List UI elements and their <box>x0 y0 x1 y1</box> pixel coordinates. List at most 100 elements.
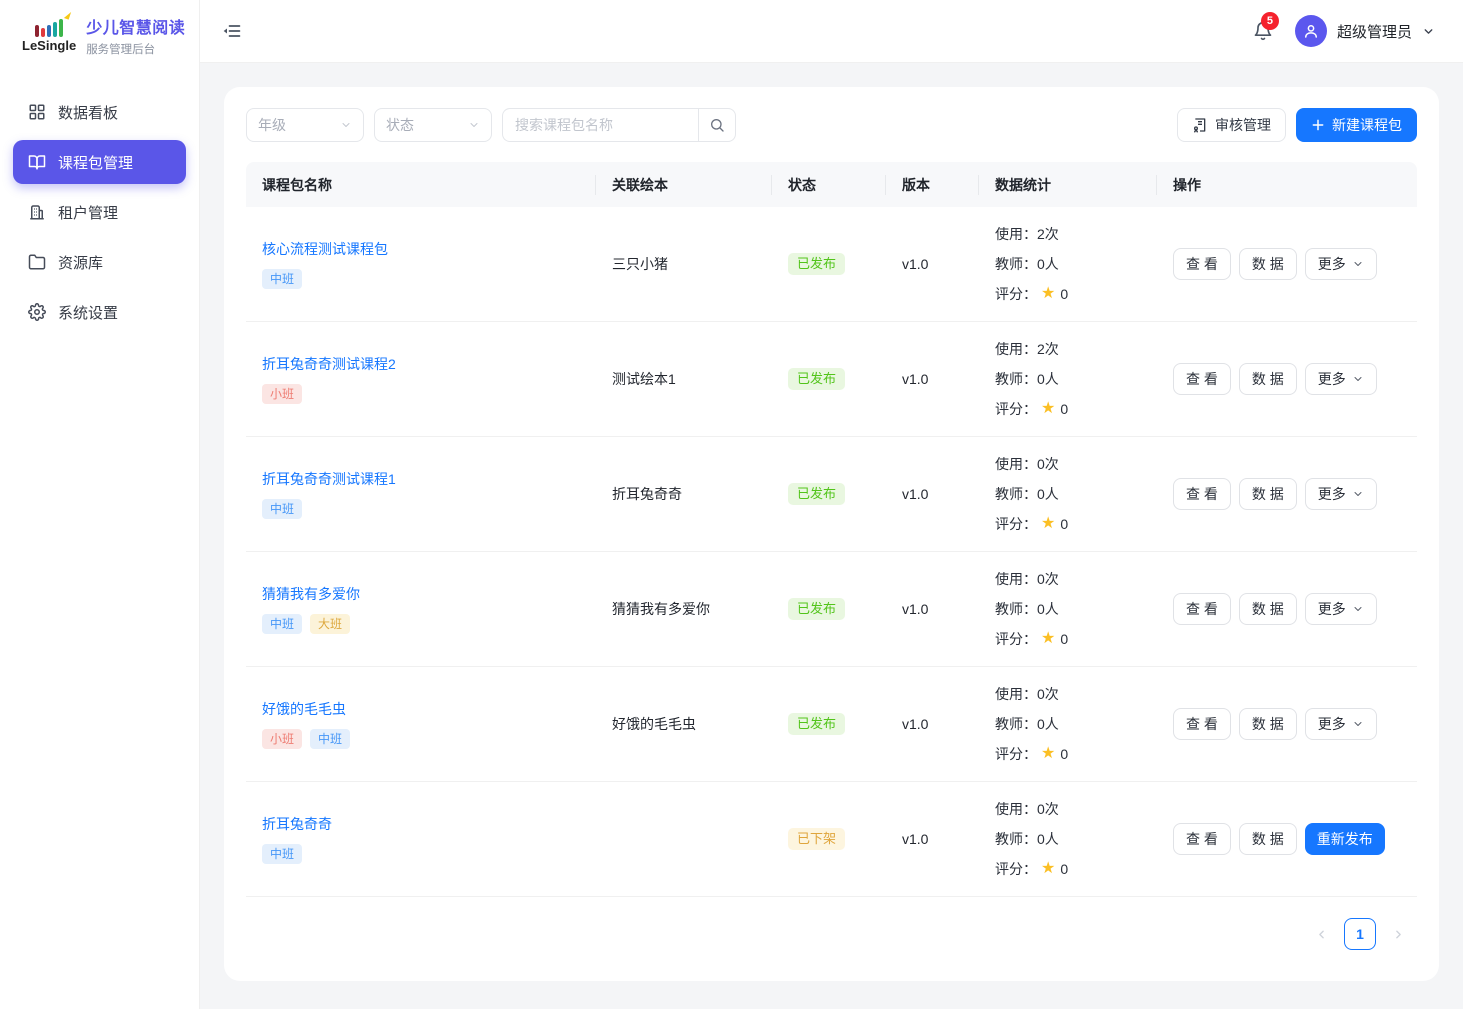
rating-stat: 评分：★0 <box>995 394 1141 424</box>
table-row: 猜猜我有多爱你 中班 大班 猜猜我有多爱你 已发布 v1.0 使用：0次 教师：… <box>246 552 1417 667</box>
rating-stat: 评分：★0 <box>995 854 1141 884</box>
book-icon <box>28 153 46 171</box>
chevron-down-icon <box>1352 258 1364 270</box>
course-package-table: 课程包名称 关联绘本 状态 版本 数据统计 操作 核心流程测试课程包 中班 三只… <box>246 162 1417 897</box>
version: v1.0 <box>886 256 979 272</box>
stats-cell: 使用：0次 教师：0人 评分：★0 <box>979 794 1157 884</box>
sidebar-item-dashboard[interactable]: 数据看板 <box>13 90 186 134</box>
gear-icon <box>28 303 46 321</box>
related-book: 猜猜我有多爱你 <box>596 599 772 619</box>
prev-page-icon[interactable] <box>1315 928 1328 941</box>
sidebar-item-tenants[interactable]: 租户管理 <box>13 190 186 234</box>
sidebar: LeSingle 少儿智慧阅读 服务管理后台 数据看板 课程包管理 租户管理 <box>0 0 200 1009</box>
status-badge: 已发布 <box>788 483 845 505</box>
notification-bell-icon[interactable]: 5 <box>1249 17 1277 45</box>
rating-stat: 评分：★0 <box>995 624 1141 654</box>
version: v1.0 <box>886 601 979 617</box>
package-name-link[interactable]: 折耳兔奇奇 <box>262 814 332 834</box>
sidebar-item-label: 资源库 <box>58 252 103 273</box>
lesingle-logo-icon: LeSingle <box>22 17 76 53</box>
teacher-stat: 教师：0人 <box>995 479 1141 509</box>
view-button[interactable]: 查 看 <box>1173 823 1231 855</box>
package-name-link[interactable]: 猜猜我有多爱你 <box>262 584 360 604</box>
package-name-link[interactable]: 折耳兔奇奇测试课程2 <box>262 354 396 374</box>
version: v1.0 <box>886 371 979 387</box>
package-name-link[interactable]: 折耳兔奇奇测试课程1 <box>262 469 396 489</box>
view-button[interactable]: 查 看 <box>1173 593 1231 625</box>
column-header-version: 版本 <box>886 175 979 195</box>
audit-management-button[interactable]: 审核管理 <box>1177 108 1286 142</box>
sidebar-item-label: 系统设置 <box>58 302 118 323</box>
republish-button[interactable]: 重新发布 <box>1305 823 1385 855</box>
next-page-icon[interactable] <box>1392 928 1405 941</box>
teacher-stat: 教师：0人 <box>995 594 1141 624</box>
brand: LeSingle 少儿智慧阅读 服务管理后台 <box>0 0 199 70</box>
view-button[interactable]: 查 看 <box>1173 708 1231 740</box>
column-header-actions: 操作 <box>1157 175 1417 195</box>
package-name-link[interactable]: 好饿的毛毛虫 <box>262 699 346 719</box>
stats-cell: 使用：0次 教师：0人 评分：★0 <box>979 564 1157 654</box>
more-button[interactable]: 更多 <box>1305 593 1377 625</box>
more-button[interactable]: 更多 <box>1305 363 1377 395</box>
data-button[interactable]: 数 据 <box>1239 478 1297 510</box>
data-button[interactable]: 数 据 <box>1239 708 1297 740</box>
sidebar-item-resources[interactable]: 资源库 <box>13 240 186 284</box>
more-button[interactable]: 更多 <box>1305 478 1377 510</box>
user-menu[interactable]: 超级管理员 <box>1295 15 1435 47</box>
grade-tag: 小班 <box>262 729 302 749</box>
sidebar-item-course-packages[interactable]: 课程包管理 <box>13 140 186 184</box>
star-icon: ★ <box>1041 509 1055 539</box>
version: v1.0 <box>886 716 979 732</box>
star-icon: ★ <box>1041 279 1055 309</box>
teacher-stat: 教师：0人 <box>995 249 1141 279</box>
status-filter-select[interactable]: 状态 <box>374 108 492 142</box>
data-button[interactable]: 数 据 <box>1239 248 1297 280</box>
table-row: 核心流程测试课程包 中班 三只小猪 已发布 v1.0 使用：2次 教师：0人 评… <box>246 207 1417 322</box>
sidebar-menu: 数据看板 课程包管理 租户管理 资源库 系统设置 <box>0 90 199 334</box>
package-name-link[interactable]: 核心流程测试课程包 <box>262 239 388 259</box>
view-button[interactable]: 查 看 <box>1173 248 1231 280</box>
version: v1.0 <box>886 831 979 847</box>
notification-badge: 5 <box>1261 12 1279 30</box>
stats-cell: 使用：0次 教师：0人 评分：★0 <box>979 449 1157 539</box>
data-button[interactable]: 数 据 <box>1239 363 1297 395</box>
grade-filter-select[interactable]: 年级 <box>246 108 364 142</box>
view-button[interactable]: 查 看 <box>1173 363 1231 395</box>
building-icon <box>28 203 46 221</box>
search-input[interactable] <box>502 108 698 142</box>
grade-filter-value: 年级 <box>258 115 286 135</box>
search-button[interactable] <box>698 108 736 142</box>
rating-stat: 评分：★0 <box>995 279 1141 309</box>
avatar <box>1295 15 1327 47</box>
more-button[interactable]: 更多 <box>1305 708 1377 740</box>
rating-stat: 评分：★0 <box>995 509 1141 539</box>
logo-wordmark: LeSingle <box>22 38 76 53</box>
rating-stat: 评分：★0 <box>995 739 1141 769</box>
usage-stat: 使用：0次 <box>995 449 1141 479</box>
folder-icon <box>28 253 46 271</box>
column-header-stats: 数据统计 <box>979 175 1157 195</box>
data-button[interactable]: 数 据 <box>1239 593 1297 625</box>
column-header-book: 关联绘本 <box>596 175 772 195</box>
chevron-down-icon <box>1352 718 1364 730</box>
table-header: 课程包名称 关联绘本 状态 版本 数据统计 操作 <box>246 162 1417 207</box>
grade-tag: 小班 <box>262 384 302 404</box>
page-number-current[interactable]: 1 <box>1344 918 1376 950</box>
grade-tag: 中班 <box>262 844 302 864</box>
table-row: 折耳兔奇奇测试课程2 小班 测试绘本1 已发布 v1.0 使用：2次 教师：0人… <box>246 322 1417 437</box>
usage-stat: 使用：2次 <box>995 334 1141 364</box>
stats-cell: 使用：2次 教师：0人 评分：★0 <box>979 334 1157 424</box>
more-button[interactable]: 更多 <box>1305 248 1377 280</box>
data-button[interactable]: 数 据 <box>1239 823 1297 855</box>
app-title: 少儿智慧阅读 <box>86 14 185 38</box>
view-button[interactable]: 查 看 <box>1173 478 1231 510</box>
menu-fold-icon[interactable] <box>222 21 242 41</box>
chevron-down-icon <box>1352 373 1364 385</box>
sidebar-item-settings[interactable]: 系统设置 <box>13 290 186 334</box>
column-header-name: 课程包名称 <box>246 175 596 195</box>
status-badge: 已下架 <box>788 828 845 850</box>
usage-stat: 使用：0次 <box>995 564 1141 594</box>
dashboard-icon <box>28 103 46 121</box>
star-icon: ★ <box>1041 739 1055 769</box>
create-package-button[interactable]: 新建课程包 <box>1296 108 1417 142</box>
